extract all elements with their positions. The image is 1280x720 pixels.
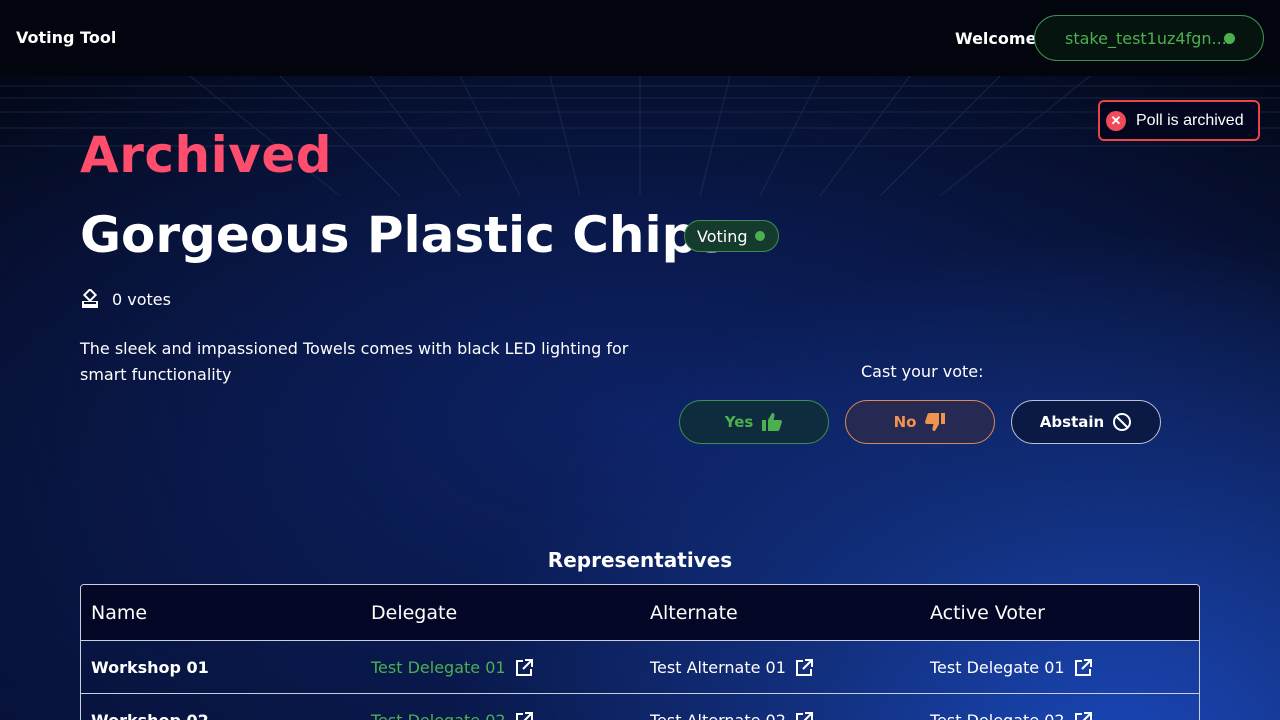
thumbs-up-icon: [762, 413, 783, 431]
alternate-link-label: Test Alternate 01: [650, 658, 786, 677]
wallet-address: stake_test1uz4fgn...: [1065, 28, 1227, 48]
delegate-link[interactable]: Test Delegate 02: [371, 711, 533, 720]
row-name: Workshop 01: [91, 658, 209, 677]
delegate-link-label: Test Delegate 01: [371, 658, 506, 677]
thumbs-down-icon: [925, 413, 946, 431]
vote-yes-button[interactable]: Yes: [679, 400, 829, 444]
representatives-heading: Representatives: [547, 548, 733, 572]
app-brand[interactable]: Voting Tool: [16, 28, 116, 47]
external-link-icon: [795, 711, 813, 720]
status-badge-label: Voting: [697, 226, 748, 246]
vote-count-text: 0 votes: [112, 289, 171, 309]
column-header-active-voter: Active Voter: [930, 602, 1045, 624]
toast-notification: ✕ Poll is archived: [1098, 100, 1260, 141]
app-header: Voting Tool Welcome stake_test1uz4fgn...: [0, 0, 1280, 76]
ballot-box-icon: [82, 289, 98, 308]
column-header-delegate: Delegate: [371, 602, 458, 624]
prohibited-icon: [1113, 413, 1132, 431]
table-row: Workshop 02 Test Delegate 02 Test Altern…: [81, 694, 1199, 720]
external-link-icon: [1074, 658, 1092, 676]
external-link-icon: [795, 658, 813, 676]
external-link-icon: [515, 711, 533, 720]
vote-no-label: No: [893, 413, 917, 431]
row-name: Workshop 02: [91, 711, 209, 720]
poll-description: The sleek and impassioned Towels comes w…: [80, 339, 629, 384]
poll-title: Gorgeous Plastic Chips: [80, 206, 728, 264]
archived-heading: Archived: [80, 126, 333, 184]
active-voter-link[interactable]: Test Delegate 02: [930, 711, 1092, 720]
welcome-label: Welcome: [955, 29, 1037, 48]
column-header-alternate: Alternate: [650, 602, 738, 624]
cast-vote-label: Cast your vote:: [861, 362, 984, 381]
active-voter-link-label: Test Delegate 02: [930, 711, 1065, 720]
external-link-icon: [515, 658, 533, 676]
active-voter-link-label: Test Delegate 01: [930, 658, 1065, 677]
representatives-table: Name Delegate Alternate Active Voter Wor…: [80, 584, 1200, 720]
vote-abstain-button[interactable]: Abstain: [1011, 400, 1161, 444]
wallet-button[interactable]: stake_test1uz4fgn...: [1034, 15, 1264, 61]
toast-message: Poll is archived: [1136, 111, 1244, 129]
delegate-link[interactable]: Test Delegate 01: [371, 658, 533, 677]
vote-abstain-label: Abstain: [1039, 413, 1105, 431]
delegate-link-label: Test Delegate 02: [371, 711, 506, 720]
status-dot: [755, 231, 765, 241]
table-header: Name Delegate Alternate Active Voter: [81, 585, 1199, 641]
vote-yes-label: Yes: [724, 413, 754, 431]
alternate-link[interactable]: Test Alternate 01: [650, 658, 813, 677]
vote-count: 0 votes: [80, 289, 171, 309]
alternate-link[interactable]: Test Alternate 02: [650, 711, 813, 720]
active-voter-link[interactable]: Test Delegate 01: [930, 658, 1092, 677]
close-circle-icon: ✕: [1106, 110, 1126, 131]
vote-no-button[interactable]: No: [845, 400, 995, 444]
alternate-link-label: Test Alternate 02: [650, 711, 786, 720]
column-header-name: Name: [91, 602, 148, 624]
wallet-connected-indicator: [1224, 33, 1235, 44]
status-badge: Voting: [684, 220, 779, 252]
external-link-icon: [1074, 711, 1092, 720]
table-row: Workshop 01 Test Delegate 01 Test Altern…: [81, 641, 1199, 694]
